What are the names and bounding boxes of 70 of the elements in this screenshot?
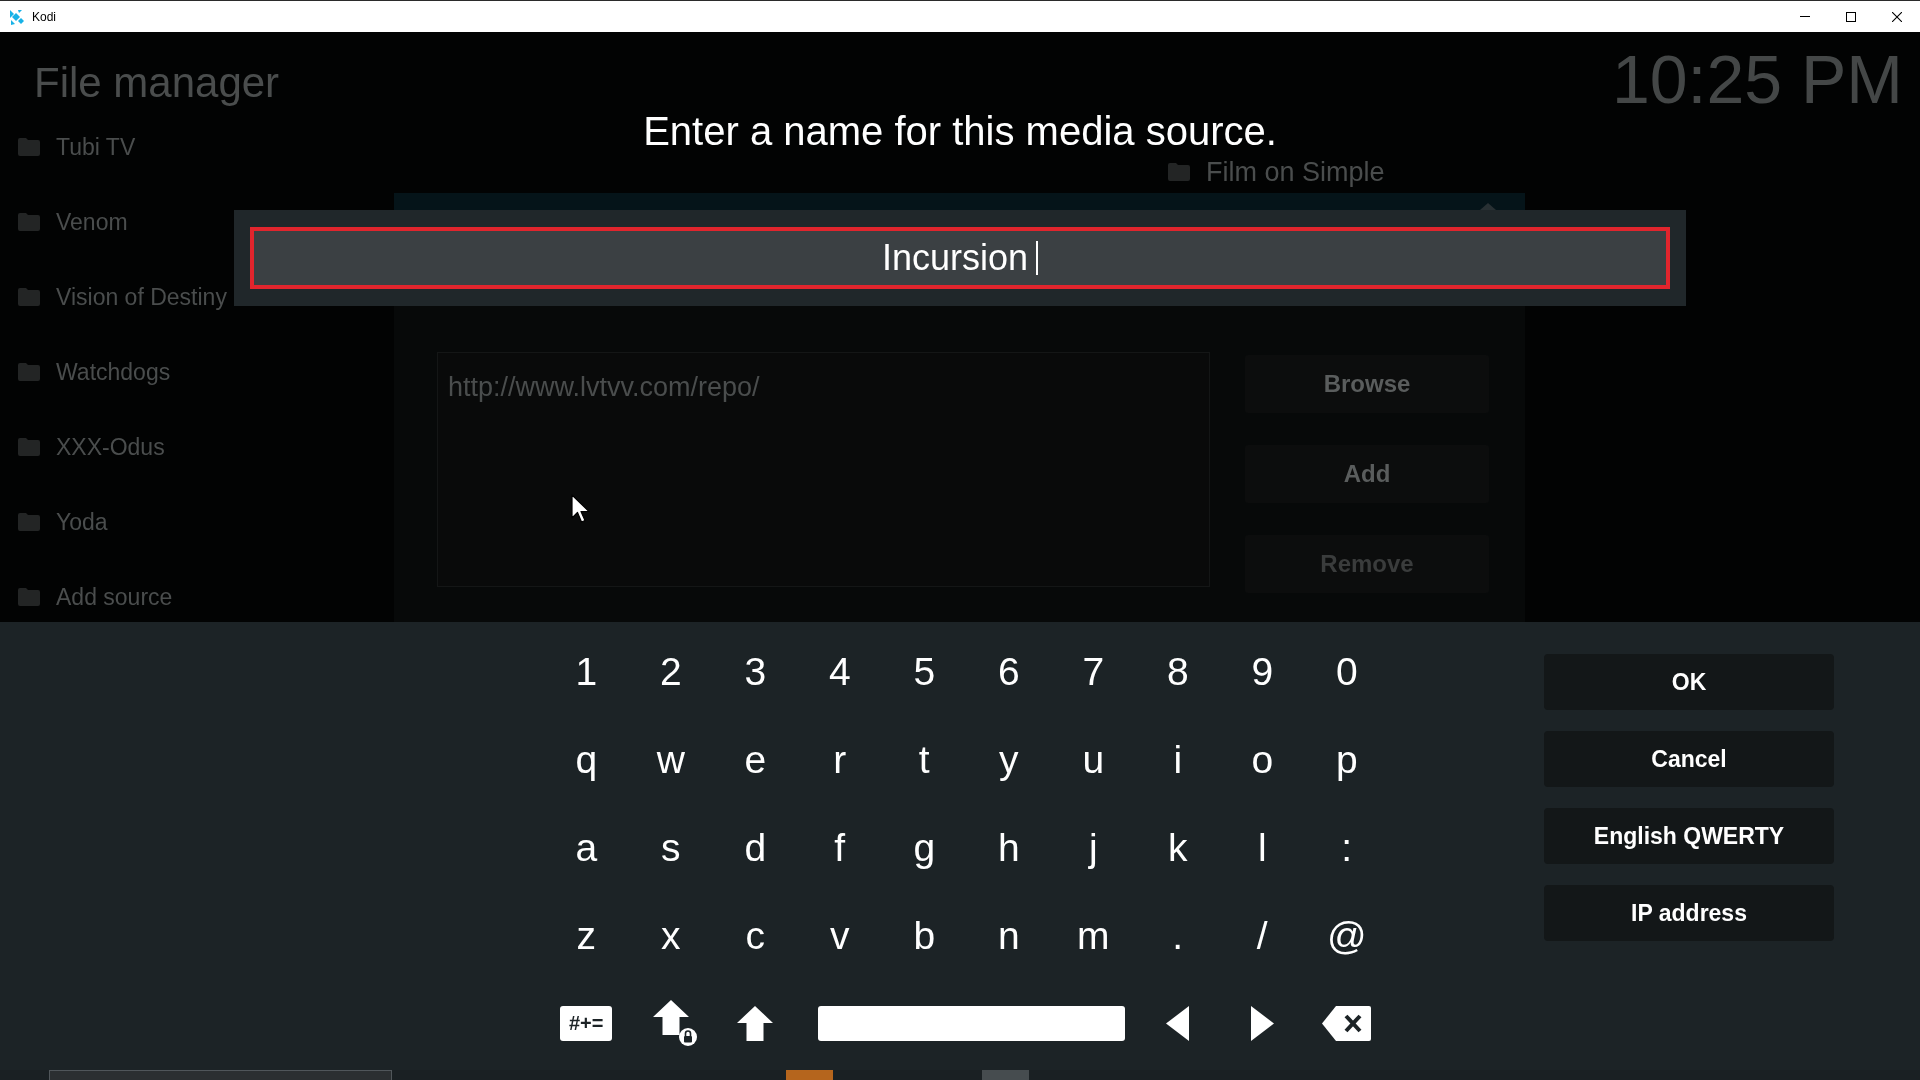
keyboard-key[interactable]: s (628, 803, 713, 891)
folder-icon (18, 288, 40, 306)
keyboard-key[interactable]: k (1135, 803, 1220, 891)
text-caret (1036, 241, 1039, 275)
shift-arrow-icon (737, 1005, 774, 1041)
keyboard-key[interactable]: 1 (544, 627, 629, 715)
close-icon (1892, 11, 1902, 22)
keyboard-key[interactable]: 9 (1220, 627, 1305, 715)
keyboard-key[interactable]: l (1220, 803, 1305, 891)
dialog-button[interactable]: Cancel (1544, 731, 1834, 787)
symbols-key[interactable]: #+= (560, 1005, 613, 1041)
page-title: File manager (34, 58, 280, 108)
keyboard-key[interactable]: 2 (628, 627, 713, 715)
dialog-button[interactable]: English QWERTY (1544, 808, 1834, 864)
keyboard-key[interactable]: 5 (882, 627, 967, 715)
keyboard-key[interactable]: j (1051, 803, 1136, 891)
dialog-heading: Enter a name for this media source. (643, 108, 1277, 155)
keyboard-key[interactable]: p (1304, 715, 1389, 803)
mouse-pointer-icon (571, 494, 591, 524)
clock-text: 10:25 PM (1611, 45, 1903, 113)
right-triangle-icon (1250, 1005, 1274, 1041)
keyboard-key[interactable]: t (882, 715, 967, 803)
keyboard-key[interactable]: a (544, 803, 629, 891)
window-title: Kodi (32, 8, 57, 26)
folder-icon (18, 363, 40, 381)
keyboard-key[interactable]: 7 (1051, 627, 1136, 715)
keyboard-key[interactable]: h (966, 803, 1051, 891)
keyboard-key[interactable]: m (1051, 891, 1136, 979)
keyboard-key[interactable]: @ (1304, 891, 1389, 979)
keyboard-key[interactable]: u (1051, 715, 1136, 803)
keyboard-key[interactable]: o (1220, 715, 1305, 803)
keyboard-key[interactable]: 8 (1135, 627, 1220, 715)
keyboard-key[interactable]: v (797, 891, 882, 979)
folder-icon (18, 513, 40, 531)
keyboard-key[interactable]: c (713, 891, 798, 979)
folder-icon (18, 438, 40, 456)
keyboard-key[interactable]: d (713, 803, 798, 891)
keyboard-key[interactable]: 0 (1304, 627, 1389, 715)
keyboard-key[interactable]: b (882, 891, 967, 979)
keyboard-key[interactable]: q (544, 715, 629, 803)
dialog-button[interactable]: IP address (1544, 885, 1834, 941)
keyboard-key[interactable]: z (544, 891, 629, 979)
backspace-icon (1322, 1005, 1372, 1041)
keyboard-key[interactable]: x (628, 891, 713, 979)
keyboard-key[interactable]: i (1135, 715, 1220, 803)
keyboard-key[interactable]: g (882, 803, 967, 891)
folder-icon (18, 213, 40, 231)
keyboard-key[interactable]: w (628, 715, 713, 803)
name-input-field[interactable]: Incursion (250, 227, 1670, 289)
keyboard-key[interactable]: 3 (713, 627, 798, 715)
space-key[interactable] (817, 1005, 1125, 1041)
left-triangle-icon (1166, 1005, 1190, 1041)
keyboard-key[interactable]: e (713, 715, 798, 803)
dialog-button[interactable]: OK (1544, 654, 1834, 710)
keyboard-key[interactable]: f (797, 803, 882, 891)
caps-lock-icon (652, 1000, 697, 1046)
keyboard-key[interactable]: / (1220, 891, 1305, 979)
keyboard-key[interactable]: . (1135, 891, 1220, 979)
app-icon (8, 8, 24, 25)
minimize-icon (1800, 16, 1810, 17)
keyboard-key[interactable]: n (966, 891, 1051, 979)
keyboard-key[interactable]: 6 (966, 627, 1051, 715)
keyboard-key[interactable]: 4 (797, 627, 882, 715)
keyboard-key[interactable]: : (1304, 803, 1389, 891)
folder-icon (1168, 163, 1190, 181)
maximize-icon (1846, 11, 1856, 22)
keyboard-key[interactable]: y (966, 715, 1051, 803)
folder-icon (18, 138, 40, 156)
folder-icon (18, 588, 40, 606)
keyboard-key[interactable]: r (797, 715, 882, 803)
